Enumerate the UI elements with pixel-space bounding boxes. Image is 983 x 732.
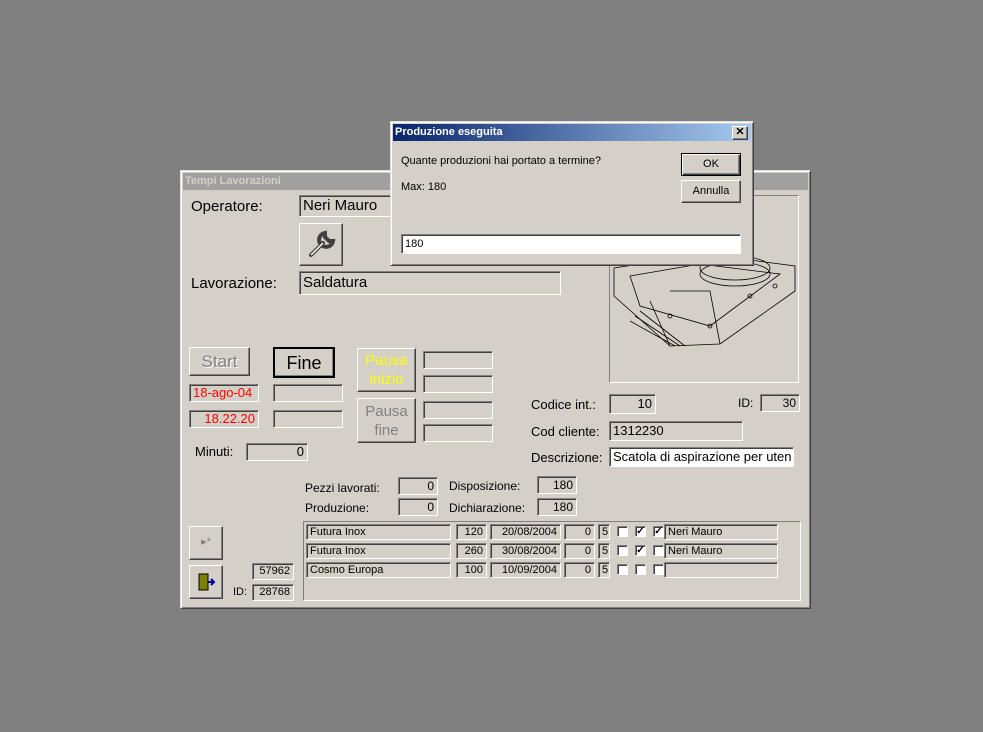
disposition-field[interactable]: 180 [537,476,577,494]
order-client-cell[interactable]: Futura Inox [306,543,451,559]
production-dialog: Produzione eseguita ✕ Quante produzioni … [390,121,754,266]
start-date-field[interactable]: 18-ago-04 [189,384,259,402]
production-label: Produzione: [305,501,370,515]
end-time-field[interactable] [273,410,343,428]
bottom-id-field: 28768 [252,584,294,601]
work-field[interactable]: Saldatura [299,271,561,295]
order-a-cell[interactable]: 0 [564,524,595,540]
new-record-button[interactable]: ▸* [189,526,223,560]
order-checkbox[interactable] [617,564,628,575]
order-checkbox[interactable]: ✓ [635,526,646,537]
order-operator-cell[interactable] [664,562,778,578]
end-button[interactable]: Fine [273,347,335,378]
dialog-max-label: Max: 180 [401,181,447,193]
order-qty-cell[interactable]: 260 [456,543,487,559]
exit-door-icon [198,573,216,591]
order-checkbox[interactable] [653,564,664,575]
orders-subform: Futura Inox 120 20/08/2004 0 5 ✓ ✓ Neri Mauro Fu… [303,521,801,601]
settings-button[interactable] [299,223,343,266]
dialog-ok-button[interactable]: OK [681,153,741,176]
id-label: ID: [738,396,754,410]
pause-end-field-2[interactable] [423,424,493,442]
dialog-cancel-button[interactable]: Annulla [681,180,741,203]
client-label: Cod cliente: [531,424,600,439]
table-row[interactable]: Futura Inox 260 30/08/2004 0 5 ✓ Neri Mauro [304,543,800,560]
order-checkbox[interactable] [617,545,628,556]
description-field[interactable]: Scatola di aspirazione per uten [609,447,794,467]
exit-button[interactable] [189,565,223,599]
order-checkbox[interactable] [617,526,628,537]
pieces-field[interactable]: 0 [398,477,438,495]
order-a-cell[interactable]: 0 [564,562,595,578]
pause-start-button[interactable]: Pausa inizio [357,348,416,392]
order-date-cell[interactable]: 10/09/2004 [490,562,561,578]
table-row[interactable]: Futura Inox 120 20/08/2004 0 5 ✓ ✓ Neri Mauro [304,524,800,541]
order-checkbox[interactable]: ✓ [635,545,646,556]
order-date-cell[interactable]: 20/08/2004 [490,524,561,540]
description-label: Descrizione: [531,450,603,465]
operator-label: Operatore: [191,198,263,215]
code-field[interactable]: 10 [609,394,656,414]
pause-end-button[interactable]: Pausa fine [357,398,416,443]
dialog-input[interactable]: 180 [401,234,741,254]
order-client-cell[interactable]: Cosmo Europa [306,562,451,578]
order-qty-cell[interactable]: 120 [456,524,487,540]
order-qty-cell[interactable]: 100 [456,562,487,578]
minutes-label: Minuti: [195,444,234,459]
dialog-title: Produzione eseguita [393,124,751,141]
pause-start-field-1[interactable] [423,351,493,369]
dialog-close-button[interactable]: ✕ [732,126,748,140]
start-time-field[interactable]: 18.22.20 [189,410,259,428]
dialog-question: Quante produzioni hai portato a termine? [401,155,601,167]
order-b-cell[interactable]: 5 [598,543,610,559]
pause-end-field-1[interactable] [423,401,493,419]
order-a-cell[interactable]: 0 [564,543,595,559]
order-operator-cell[interactable]: Neri Mauro [664,524,778,540]
order-client-cell[interactable]: Futura Inox [306,524,451,540]
start-button[interactable]: Start [189,347,250,376]
code-label: Codice int.: [531,397,597,412]
order-checkbox[interactable] [653,545,664,556]
operator-field[interactable]: Neri Mauro [299,195,394,217]
order-b-cell[interactable]: 5 [598,524,610,540]
pause-start-field-2[interactable] [423,375,493,393]
order-checkbox[interactable]: ✓ [653,526,664,537]
id-field: 30 [760,394,800,412]
record-number-field: 57962 [252,563,294,580]
table-row[interactable]: Cosmo Europa 100 10/09/2004 0 5 [304,562,800,579]
minutes-field[interactable]: 0 [246,443,308,461]
order-date-cell[interactable]: 30/08/2004 [490,543,561,559]
declaration-field[interactable]: 180 [537,498,577,516]
work-label: Lavorazione: [191,275,277,292]
order-checkbox[interactable] [635,564,646,575]
production-field[interactable]: 0 [398,498,438,516]
order-operator-cell[interactable]: Neri Mauro [664,543,778,559]
pieces-label: Pezzi lavorati: [305,481,380,495]
new-record-icon: ▸* [201,536,211,548]
bottom-id-label: ID: [233,586,248,598]
close-icon: ✕ [735,126,745,138]
wrench-icon [309,230,336,257]
declaration-label: Dichiarazione: [449,501,526,515]
client-field[interactable]: 1312230 [609,421,743,441]
disposition-label: Disposizione: [449,479,521,493]
end-date-field[interactable] [273,384,343,402]
order-b-cell[interactable]: 5 [598,562,610,578]
